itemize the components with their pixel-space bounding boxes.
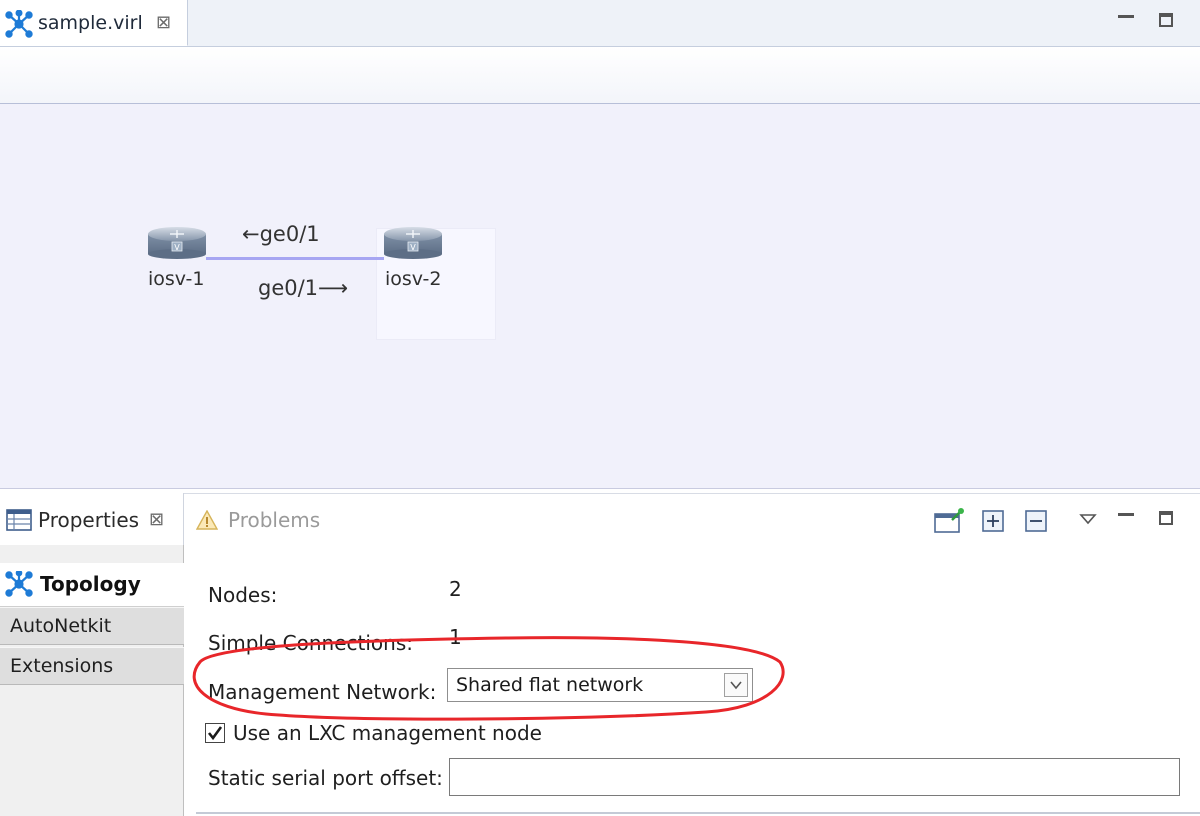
nav-item-label: Topology [40, 572, 141, 596]
tab-properties-label: Properties [38, 508, 140, 532]
maximize-icon[interactable] [1159, 13, 1173, 27]
view-menu-icon[interactable] [1079, 510, 1097, 529]
topology-icon [4, 569, 34, 601]
serial-offset-input[interactable] [449, 758, 1180, 796]
nav-item-topology[interactable]: Topology [0, 563, 184, 607]
expand-all-icon[interactable] [982, 510, 1004, 536]
properties-icon [6, 509, 32, 535]
link-line[interactable] [206, 257, 384, 260]
router-icon[interactable]: V [146, 224, 208, 264]
canvas-toolbar-strip [0, 47, 1200, 104]
minimize-icon[interactable] [1118, 15, 1134, 18]
collapse-all-icon[interactable] [1025, 510, 1047, 536]
router-icon[interactable]: V [382, 224, 444, 264]
pin-icon[interactable] [934, 508, 964, 538]
link-label-left: ←ge0/1 [242, 222, 320, 246]
node-label-iosv-1[interactable]: iosv-1 [148, 268, 204, 290]
nodes-value: 2 [449, 577, 462, 601]
svg-text:V: V [174, 243, 180, 252]
editor-tab-sample[interactable]: sample.virl ⊠ [0, 0, 188, 46]
tab-properties[interactable]: Properties ⊠ [0, 493, 184, 545]
warning-icon [195, 509, 219, 534]
minimize-icon[interactable] [1118, 513, 1134, 516]
nodes-label: Nodes: [208, 583, 278, 607]
nav-item-extensions[interactable]: Extensions [0, 647, 184, 685]
topology-canvas[interactable] [0, 104, 1200, 489]
svg-text:V: V [410, 243, 416, 252]
tab-problems-label: Problems [228, 508, 321, 532]
annotation-ellipse [186, 632, 790, 728]
serial-offset-label: Static serial port offset: [208, 766, 443, 790]
maximize-icon[interactable] [1159, 511, 1173, 525]
divider [196, 812, 1200, 814]
topology-icon [4, 9, 34, 42]
editor-tab-title: sample.virl [38, 12, 143, 34]
close-icon[interactable]: ⊠ [149, 509, 164, 530]
link-label-right: ge0/1⟶ [258, 276, 349, 300]
node-label-iosv-2[interactable]: iosv-2 [385, 268, 441, 290]
close-icon[interactable]: ⊠ [156, 12, 171, 33]
nav-item-autonetkit[interactable]: AutoNetkit [0, 607, 184, 645]
